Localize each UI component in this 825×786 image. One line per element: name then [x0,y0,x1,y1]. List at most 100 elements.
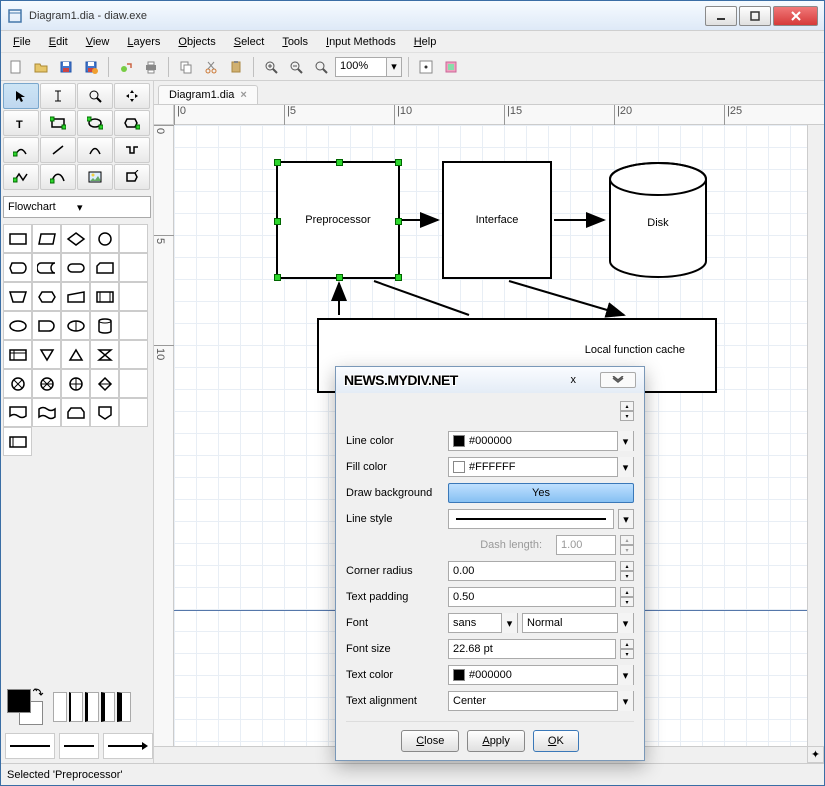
dialog-ok-action[interactable]: OK [533,730,579,752]
line-dash-select[interactable] [59,733,99,759]
fg-bg-colors[interactable] [5,687,45,727]
tool-ellipse[interactable] [77,110,113,136]
fill-color-field[interactable]: #FFFFFF▾ [448,457,634,477]
tool-beziergon[interactable] [3,137,39,163]
shape-category-select[interactable]: Flowchart ▾ [3,196,151,218]
shape-tape[interactable] [32,398,61,427]
shape-parallelogram[interactable] [32,224,61,253]
padding-spinner[interactable]: ▴▾ [620,587,634,607]
zoom-field[interactable]: 100% [335,57,387,77]
shape-terminal[interactable] [61,253,90,282]
menu-help[interactable]: Help [406,34,445,50]
shape-interface[interactable]: Interface [442,161,552,279]
shape-direct-data[interactable] [61,311,90,340]
corner-radius-field[interactable]: 0.00 [448,561,616,581]
shape-blank2[interactable] [119,253,148,282]
dialog-close-action[interactable]: Close [401,730,459,752]
shape-display[interactable] [3,253,32,282]
line-style-dropdown[interactable]: ▾ [618,509,634,529]
tab-close-icon[interactable]: × [240,89,246,101]
menu-select[interactable]: Select [226,34,273,50]
text-padding-field[interactable]: 0.50 [448,587,616,607]
tool-scroll[interactable] [114,83,150,109]
shape-blank6[interactable] [119,369,148,398]
tool-pointer[interactable] [3,83,39,109]
shape-process[interactable] [3,224,32,253]
shape-offpage-in[interactable] [3,427,32,456]
shape-blank3[interactable] [119,282,148,311]
maximize-button[interactable] [739,6,771,26]
tool-magnify[interactable] [77,83,113,109]
tool-text-edit[interactable] [40,83,76,109]
arrow-start-select[interactable] [5,733,55,759]
dialog-apply-action[interactable]: Apply [467,730,525,752]
shape-stored-data[interactable] [32,253,61,282]
zoom-out-button[interactable] [285,56,307,78]
shape-disk[interactable]: Disk [608,161,708,279]
snap-toggle-button[interactable] [440,56,462,78]
zoom-dropdown[interactable]: ▾ [387,57,402,77]
shape-blank4[interactable] [119,311,148,340]
grid-toggle-button[interactable] [415,56,437,78]
shape-extract[interactable] [61,340,90,369]
menu-input-methods[interactable]: Input Methods [318,34,404,50]
shape-sum[interactable] [3,369,32,398]
save-button[interactable] [55,56,77,78]
shape-predefined[interactable] [90,282,119,311]
shape-ellipse2[interactable] [3,311,32,340]
shape-card[interactable] [90,253,119,282]
scroll-up-button[interactable]: ▴▾ [620,401,634,421]
shape-or[interactable] [32,369,61,398]
navigator-button[interactable]: ✦ [807,746,824,763]
menu-view[interactable]: View [78,34,118,50]
tool-image[interactable] [77,164,113,190]
shape-preparation[interactable] [32,282,61,311]
shape-blank7[interactable] [119,398,148,427]
shape-document[interactable] [3,398,32,427]
export-button[interactable] [115,56,137,78]
tool-outline[interactable] [114,164,150,190]
line-style-select[interactable] [448,509,614,529]
shape-or2[interactable] [61,369,90,398]
shape-manual-op[interactable] [3,282,32,311]
close-button[interactable] [773,6,818,26]
text-color-field[interactable]: #000000▾ [448,665,634,685]
shape-loop-limit[interactable] [61,398,90,427]
shape-database[interactable] [90,311,119,340]
shape-blank5[interactable] [119,340,148,369]
menu-layers[interactable]: Layers [119,34,168,50]
tool-bezier[interactable] [40,164,76,190]
shape-blank1[interactable] [119,224,148,253]
tool-polyline[interactable] [3,164,39,190]
copy-button[interactable] [175,56,197,78]
font-weight-select[interactable]: Normal▾ [522,613,634,633]
minimize-button[interactable] [705,6,737,26]
menu-file[interactable]: File [5,34,39,50]
font-family-select[interactable]: sans▾ [448,613,518,633]
dialog-close-button[interactable] [600,372,636,388]
zoom-in-button[interactable] [260,56,282,78]
save-as-button[interactable] [80,56,102,78]
shape-connector[interactable] [90,224,119,253]
vertical-scrollbar[interactable] [807,125,824,746]
shape-preprocessor[interactable]: Preprocessor [276,161,400,279]
shape-decision[interactable] [61,224,90,253]
line-color-field[interactable]: #000000▾ [448,431,634,451]
zoom-fit-button[interactable] [310,56,332,78]
font-size-field[interactable]: 22.68 pt [448,639,616,659]
text-align-select[interactable]: Center▾ [448,691,634,711]
print-button[interactable] [140,56,162,78]
menu-edit[interactable]: Edit [41,34,76,50]
fg-color[interactable] [7,689,31,713]
cut-button[interactable] [200,56,222,78]
open-button[interactable] [30,56,52,78]
fontsize-spinner[interactable]: ▴▾ [620,639,634,659]
tool-zigzag[interactable] [114,137,150,163]
menu-objects[interactable]: Objects [170,34,223,50]
shape-internal[interactable] [3,340,32,369]
line-width-picker[interactable] [53,692,149,722]
shape-delay[interactable] [32,311,61,340]
tool-arc[interactable] [77,137,113,163]
new-button[interactable] [5,56,27,78]
shape-manual-input[interactable] [61,282,90,311]
